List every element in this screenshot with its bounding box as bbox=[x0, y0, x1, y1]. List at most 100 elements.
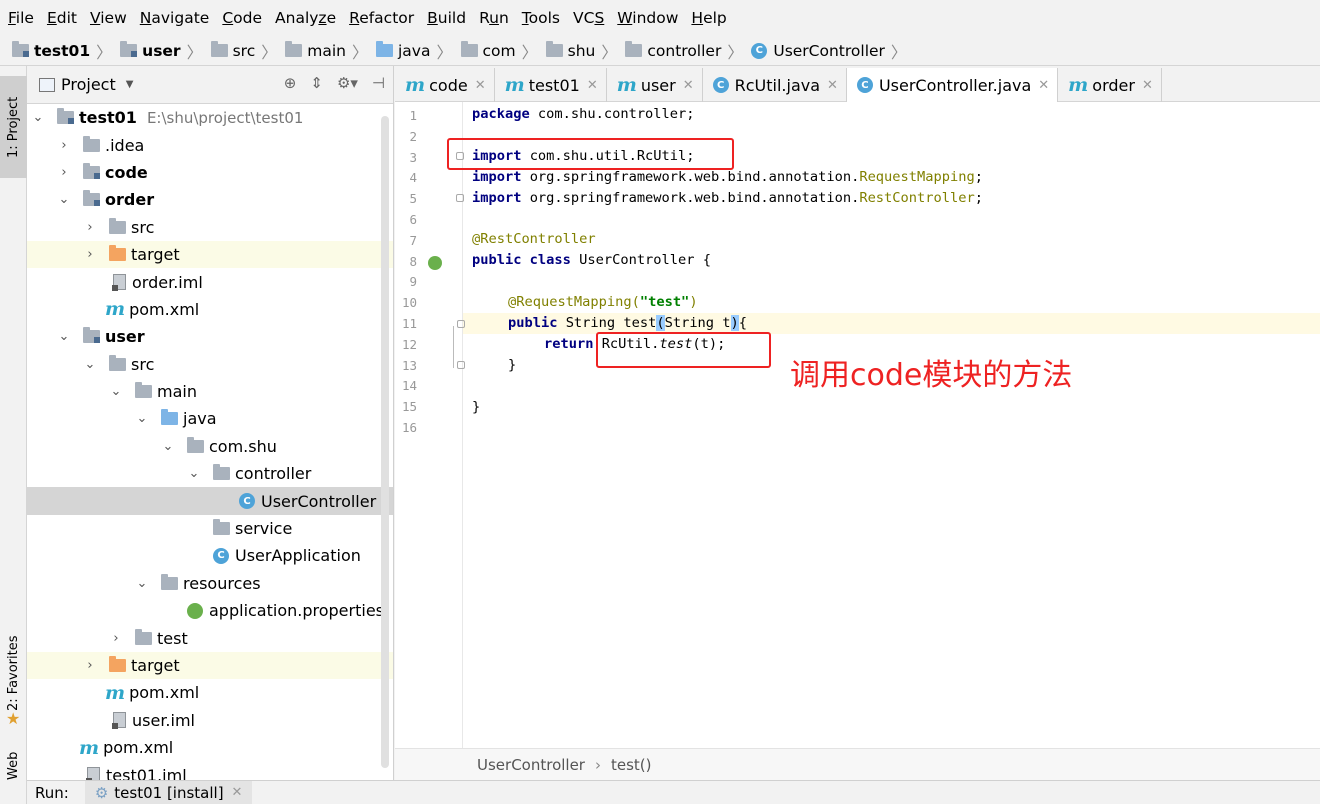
hide-panel-icon[interactable]: ⊣ bbox=[372, 74, 385, 92]
breadcrumb-item-java[interactable]: java 〉 bbox=[376, 39, 461, 63]
chevron-right-icon[interactable]: › bbox=[79, 247, 101, 262]
chevron-down-icon[interactable]: ⌄ bbox=[105, 384, 127, 399]
breadcrumb-item-usercontroller[interactable]: C UserController 〉 bbox=[751, 39, 915, 63]
close-icon[interactable]: ✕ bbox=[1142, 78, 1153, 93]
close-icon[interactable]: ✕ bbox=[232, 785, 243, 800]
tree-item-service[interactable]: service bbox=[27, 515, 393, 542]
tree-item-order-iml[interactable]: order.iml bbox=[27, 268, 393, 295]
menu-item-view[interactable]: View bbox=[90, 9, 127, 27]
tab-rcutil[interactable]: C RcUtil.java ✕ bbox=[703, 68, 847, 102]
close-icon[interactable]: ✕ bbox=[1038, 78, 1049, 93]
chevron-down-icon[interactable]: ⌄ bbox=[53, 329, 75, 344]
tree-item-order-pom[interactable]: m pom.xml bbox=[27, 296, 393, 323]
menu-item-navigate[interactable]: Navigate bbox=[140, 9, 210, 27]
tree-item-user-src[interactable]: ⌄ src bbox=[27, 351, 393, 378]
chevron-right-icon[interactable]: › bbox=[105, 631, 127, 646]
close-icon[interactable]: ✕ bbox=[587, 78, 598, 93]
tree-item-usercontroller[interactable]: C UserController bbox=[27, 487, 393, 515]
project-panel-title[interactable]: Project bbox=[61, 75, 116, 94]
spring-properties-icon bbox=[187, 602, 203, 619]
tree-item-java[interactable]: ⌄ java bbox=[27, 405, 393, 432]
breadcrumb-item-user[interactable]: user 〉 bbox=[120, 39, 210, 63]
chevron-right-icon[interactable]: › bbox=[53, 165, 75, 180]
chevron-down-icon[interactable]: ▼ bbox=[126, 79, 134, 90]
tree-item-root-pom[interactable]: m pom.xml bbox=[27, 734, 393, 761]
tree-item-controller[interactable]: ⌄ controller bbox=[27, 460, 393, 487]
line-number: 5 bbox=[409, 191, 417, 207]
chevron-down-icon[interactable]: ⌄ bbox=[27, 110, 49, 125]
chevron-down-icon[interactable]: ⌄ bbox=[79, 357, 101, 372]
tree-item-user-pom[interactable]: m pom.xml bbox=[27, 679, 393, 706]
menu-item-edit[interactable]: Edit bbox=[47, 9, 77, 27]
breadcrumb-item-src[interactable]: src 〉 bbox=[210, 39, 286, 63]
menu-item-refactor[interactable]: Refactor bbox=[349, 9, 414, 27]
code-line-1: package com.shu.controller; bbox=[472, 106, 695, 122]
chevron-down-icon[interactable]: ⌄ bbox=[183, 466, 205, 481]
close-icon[interactable]: ✕ bbox=[475, 78, 486, 93]
line-number: 13 bbox=[401, 357, 417, 373]
chevron-down-icon[interactable]: ⌄ bbox=[53, 192, 75, 207]
tree-item-test01[interactable]: ⌄ test01 E:\shu\project\test01 bbox=[27, 104, 393, 131]
locate-icon[interactable]: ⊕ bbox=[284, 74, 297, 92]
chevron-right-icon[interactable]: › bbox=[79, 220, 101, 235]
menu-item-build[interactable]: Build bbox=[427, 9, 466, 27]
tree-item-user-iml[interactable]: user.iml bbox=[27, 707, 393, 734]
tree-item-main[interactable]: ⌄ main bbox=[27, 378, 393, 405]
chevron-down-icon[interactable]: ⌄ bbox=[157, 439, 179, 454]
close-icon[interactable]: ✕ bbox=[827, 78, 838, 93]
menu-item-window[interactable]: Window bbox=[617, 9, 678, 27]
tree-item-user[interactable]: ⌄ user bbox=[27, 323, 393, 350]
tree-item-application-properties[interactable]: application.properties bbox=[27, 597, 393, 624]
project-scrollbar[interactable] bbox=[381, 116, 389, 768]
editor-breadcrumb-method[interactable]: test() bbox=[611, 756, 652, 774]
breadcrumb-item-shu[interactable]: shu 〉 bbox=[545, 39, 626, 63]
fold-icon[interactable] bbox=[456, 194, 464, 202]
breadcrumb-item-test01[interactable]: test01 〉 bbox=[12, 39, 120, 63]
chevron-right-icon[interactable]: › bbox=[53, 138, 75, 153]
tree-item-user-target[interactable]: › target bbox=[27, 651, 393, 680]
spring-bean-icon[interactable] bbox=[428, 256, 442, 270]
menu-item-tools[interactable]: Tools bbox=[522, 9, 560, 27]
gear-icon[interactable]: ⚙▾ bbox=[337, 74, 358, 92]
breadcrumb-item-controller[interactable]: controller 〉 bbox=[625, 39, 751, 63]
menu-item-help[interactable]: Help bbox=[691, 9, 726, 27]
tab-order[interactable]: m order ✕ bbox=[1058, 68, 1162, 102]
fold-icon[interactable] bbox=[457, 361, 465, 369]
tree-item-idea[interactable]: › .idea bbox=[27, 131, 393, 158]
tree-item-order[interactable]: ⌄ order bbox=[27, 186, 393, 213]
fold-icon[interactable] bbox=[457, 320, 465, 328]
close-icon[interactable]: ✕ bbox=[683, 78, 694, 93]
chevron-down-icon[interactable]: ⌄ bbox=[131, 576, 153, 591]
menu-item-vcs[interactable]: VCS bbox=[573, 9, 604, 27]
chevron-right-icon[interactable]: › bbox=[79, 658, 101, 673]
tab-usercontroller[interactable]: C UserController.java ✕ bbox=[846, 68, 1059, 102]
run-tab-install[interactable]: ⚙ test01 [install] ✕ bbox=[84, 780, 253, 804]
tab-user[interactable]: m user ✕ bbox=[607, 68, 703, 102]
code-line-4: import org.springframework.web.bind.anno… bbox=[472, 169, 983, 185]
tree-item-com-shu[interactable]: ⌄ com.shu bbox=[27, 433, 393, 460]
menu-item-code[interactable]: Code bbox=[222, 9, 262, 27]
code-editor[interactable]: 1 2 3 4 5 6 7 8 9 10 11 12 13 14 15 16 package com.shu.… bbox=[395, 102, 1320, 748]
breadcrumb-item-com[interactable]: com 〉 bbox=[460, 39, 546, 63]
menu-item-file[interactable]: File bbox=[8, 9, 34, 27]
menu-item-analyze[interactable]: Analyze bbox=[275, 9, 336, 27]
menu-bar: File Edit View Navigate Code Analyze Refactor B… bbox=[0, 0, 1320, 36]
tree-item-resources[interactable]: ⌄ resources bbox=[27, 570, 393, 597]
editor-breadcrumb-class[interactable]: UserController bbox=[477, 756, 585, 774]
tree-item-test[interactable]: › test bbox=[27, 624, 393, 651]
package-icon bbox=[187, 436, 204, 453]
tree-item-order-src[interactable]: › src bbox=[27, 214, 393, 241]
tree-item-order-target[interactable]: › target bbox=[27, 240, 393, 269]
tab-code[interactable]: m code ✕ bbox=[395, 68, 495, 102]
chevron-down-icon[interactable]: ⌄ bbox=[131, 411, 153, 426]
run-label: Run: bbox=[35, 783, 69, 802]
project-tool-tab[interactable]: 1: Project bbox=[0, 76, 27, 178]
menu-item-run[interactable]: Run bbox=[479, 9, 509, 27]
collapse-all-icon[interactable]: ⇕ bbox=[310, 74, 323, 92]
web-tool-tab[interactable]: Web bbox=[0, 746, 27, 786]
tree-item-userapplication[interactable]: C UserApplication bbox=[27, 542, 393, 569]
breadcrumb-item-main[interactable]: main 〉 bbox=[285, 39, 376, 63]
code-line-13: } bbox=[508, 357, 517, 373]
tree-item-code[interactable]: › code bbox=[27, 159, 393, 186]
tab-test01[interactable]: m test01 ✕ bbox=[495, 68, 607, 102]
